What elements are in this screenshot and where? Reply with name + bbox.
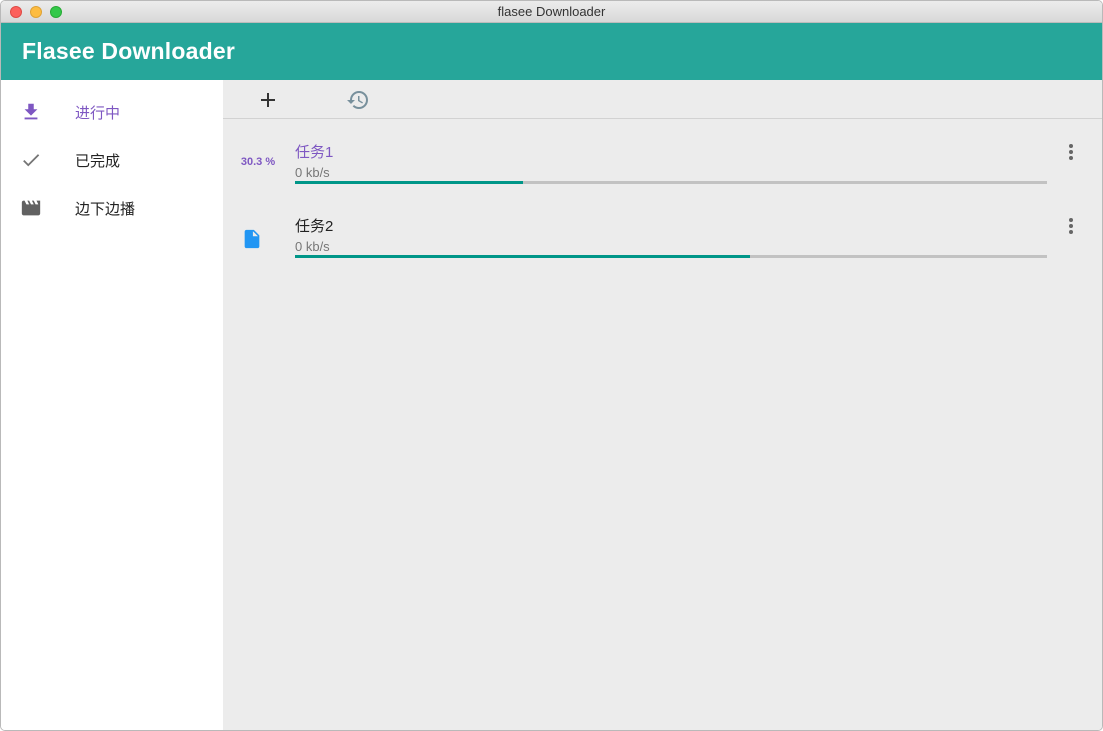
app-bar: Flasee Downloader <box>1 23 1102 80</box>
toolbar <box>223 80 1102 119</box>
history-icon[interactable] <box>346 88 370 112</box>
progress-bar <box>295 255 1047 258</box>
window-title: flasee Downloader <box>497 4 606 19</box>
progress-bar-fill <box>295 255 750 258</box>
task-speed: 0 kb/s <box>295 165 330 180</box>
file-icon <box>244 229 260 249</box>
sidebar-item-label: 已完成 <box>75 152 121 170</box>
title-bar: flasee Downloader <box>1 1 1102 23</box>
add-icon[interactable] <box>256 88 280 112</box>
download-task-row[interactable]: 任务2 0 kb/s <box>223 206 1102 280</box>
sidebar: 进行中 已完成 边下边播 <box>1 80 223 730</box>
app-window: flasee Downloader Flasee Downloader 进行中 … <box>0 0 1103 731</box>
minimize-window-button[interactable] <box>30 6 42 18</box>
sidebar-item-label: 进行中 <box>75 104 121 122</box>
sidebar-item-downloading[interactable]: 进行中 <box>1 88 223 136</box>
maximize-window-button[interactable] <box>50 6 62 18</box>
sidebar-item-stream[interactable]: 边下边播 <box>1 184 223 232</box>
download-task-row[interactable]: 30.3 % 任务1 0 kb/s <box>223 132 1102 206</box>
progress-bar-fill <box>295 181 523 184</box>
more-vert-icon[interactable] <box>1059 140 1083 164</box>
check-icon <box>23 154 40 167</box>
window-controls <box>10 6 62 18</box>
progress-bar <box>295 181 1047 184</box>
sidebar-item-label: 边下边播 <box>75 200 136 218</box>
download-icon <box>24 103 38 120</box>
app-title: Flasee Downloader <box>22 38 236 64</box>
progress-percent: 30.3 % <box>240 156 276 168</box>
task-speed: 0 kb/s <box>295 239 330 254</box>
task-name: 任务1 <box>295 144 334 161</box>
main-panel: 30.3 % 任务1 0 kb/s 任务2 0 kb/s <box>223 80 1102 730</box>
close-window-button[interactable] <box>10 6 22 18</box>
movie-clapper-icon <box>21 200 41 216</box>
sidebar-item-completed[interactable]: 已完成 <box>1 136 223 184</box>
more-vert-icon[interactable] <box>1059 214 1083 238</box>
task-name: 任务2 <box>295 218 334 235</box>
